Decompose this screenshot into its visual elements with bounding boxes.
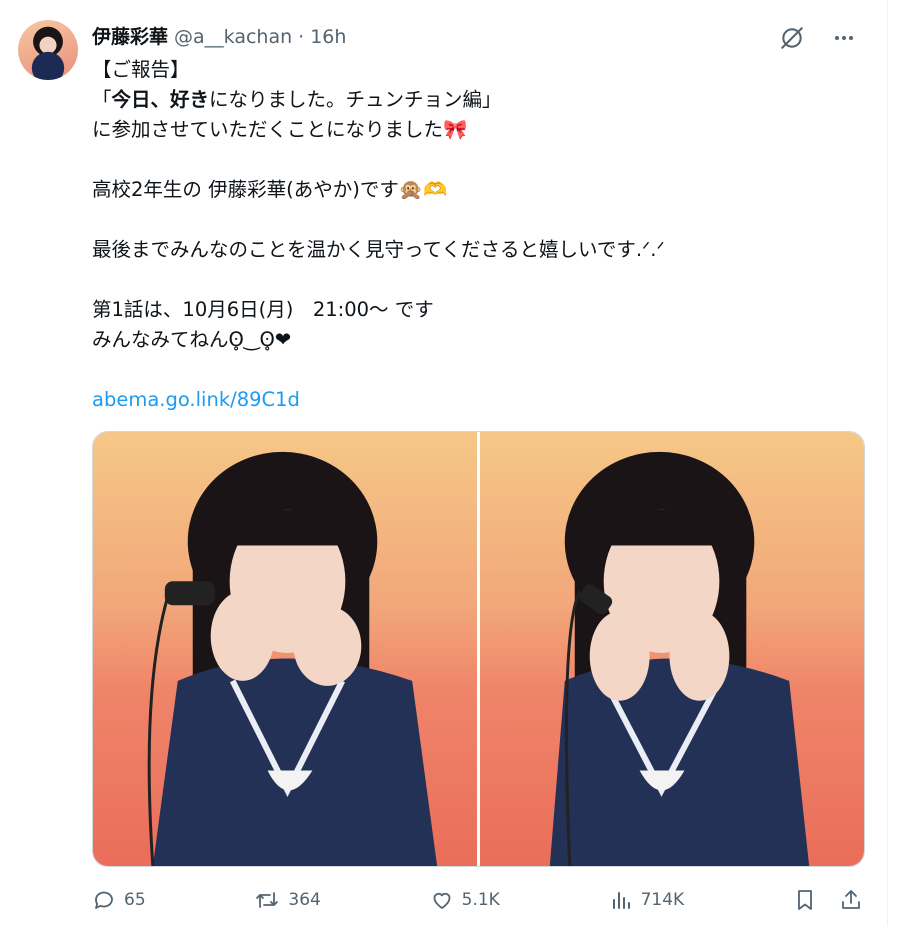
media-grid bbox=[92, 431, 865, 867]
reply-count: 65 bbox=[124, 890, 146, 910]
more-icon[interactable] bbox=[829, 24, 859, 52]
author-name[interactable]: 伊藤彩華 bbox=[92, 22, 168, 49]
text-line: みんなみてねんʘ̥‿ʘ̥❤︎ bbox=[92, 328, 292, 351]
post-text: 【ご報告】 「今日、好きになりました。チュンチョン編」 に参加させていただくこと… bbox=[92, 55, 852, 415]
views-icon bbox=[609, 888, 633, 912]
repost-button[interactable]: 364 bbox=[254, 888, 321, 912]
text-fragment: 「 bbox=[92, 88, 112, 111]
text-fragment: 高校2年生の 伊藤彩華(あやか)です bbox=[92, 178, 399, 201]
ribbon-emoji: 🎀 bbox=[443, 118, 468, 141]
bold-fragment: 今日、 bbox=[111, 88, 171, 111]
like-icon bbox=[430, 888, 454, 912]
photo-right[interactable] bbox=[480, 432, 864, 866]
text-fragment: に参加させていただくことになりました bbox=[92, 118, 444, 141]
post-card: 伊藤彩華 @a__kachan · 16h 【ご報告】 「今日、好きになりました… bbox=[0, 0, 888, 926]
photo-left[interactable] bbox=[93, 432, 477, 866]
bookmark-icon[interactable] bbox=[793, 888, 817, 912]
post-link[interactable]: abema.go.link/89C1d bbox=[92, 385, 852, 415]
post-header: 伊藤彩華 @a__kachan · 16h bbox=[92, 22, 346, 49]
like-count: 5.1K bbox=[461, 890, 500, 910]
header-separator: · bbox=[298, 26, 305, 48]
repost-icon bbox=[254, 888, 280, 912]
monkey-heart-emoji: 🙊🫶 bbox=[398, 178, 448, 201]
engagement-bar: 65 364 5.1K 714K bbox=[92, 884, 863, 916]
repost-count: 364 bbox=[288, 890, 321, 910]
text-line: に参加させていただくことになりました🎀 bbox=[92, 115, 852, 145]
views-button[interactable]: 714K bbox=[609, 888, 685, 912]
views-count: 714K bbox=[640, 890, 685, 910]
like-button[interactable]: 5.1K bbox=[430, 888, 500, 912]
bold-fragment: 好き bbox=[170, 88, 210, 111]
photo-left-image bbox=[147, 451, 438, 866]
text-line: 「今日、好きになりました。チュンチョン編」 bbox=[92, 85, 852, 115]
text-line: 最後までみんなのことを温かく見守ってくださると嬉しいです.ᐟ.ᐟ bbox=[92, 238, 665, 261]
grok-icon[interactable] bbox=[777, 24, 807, 52]
author-avatar[interactable] bbox=[18, 20, 78, 80]
post-time[interactable]: 16h bbox=[310, 26, 346, 48]
reply-icon bbox=[92, 888, 116, 912]
post-top-actions bbox=[777, 24, 859, 52]
reply-button[interactable]: 65 bbox=[92, 888, 146, 912]
share-icon[interactable] bbox=[839, 888, 863, 912]
text-fragment: になりました。チュンチョン編」 bbox=[209, 88, 502, 111]
author-handle[interactable]: @a__kachan bbox=[174, 26, 292, 48]
secondary-actions bbox=[793, 888, 863, 912]
text-line: 高校2年生の 伊藤彩華(あやか)です🙊🫶 bbox=[92, 175, 852, 205]
photo-right-image bbox=[549, 451, 810, 866]
text-line: 第1話は、10月6日(月) 21:00〜 です bbox=[92, 298, 434, 321]
text-line: 【ご報告】 bbox=[92, 58, 190, 81]
